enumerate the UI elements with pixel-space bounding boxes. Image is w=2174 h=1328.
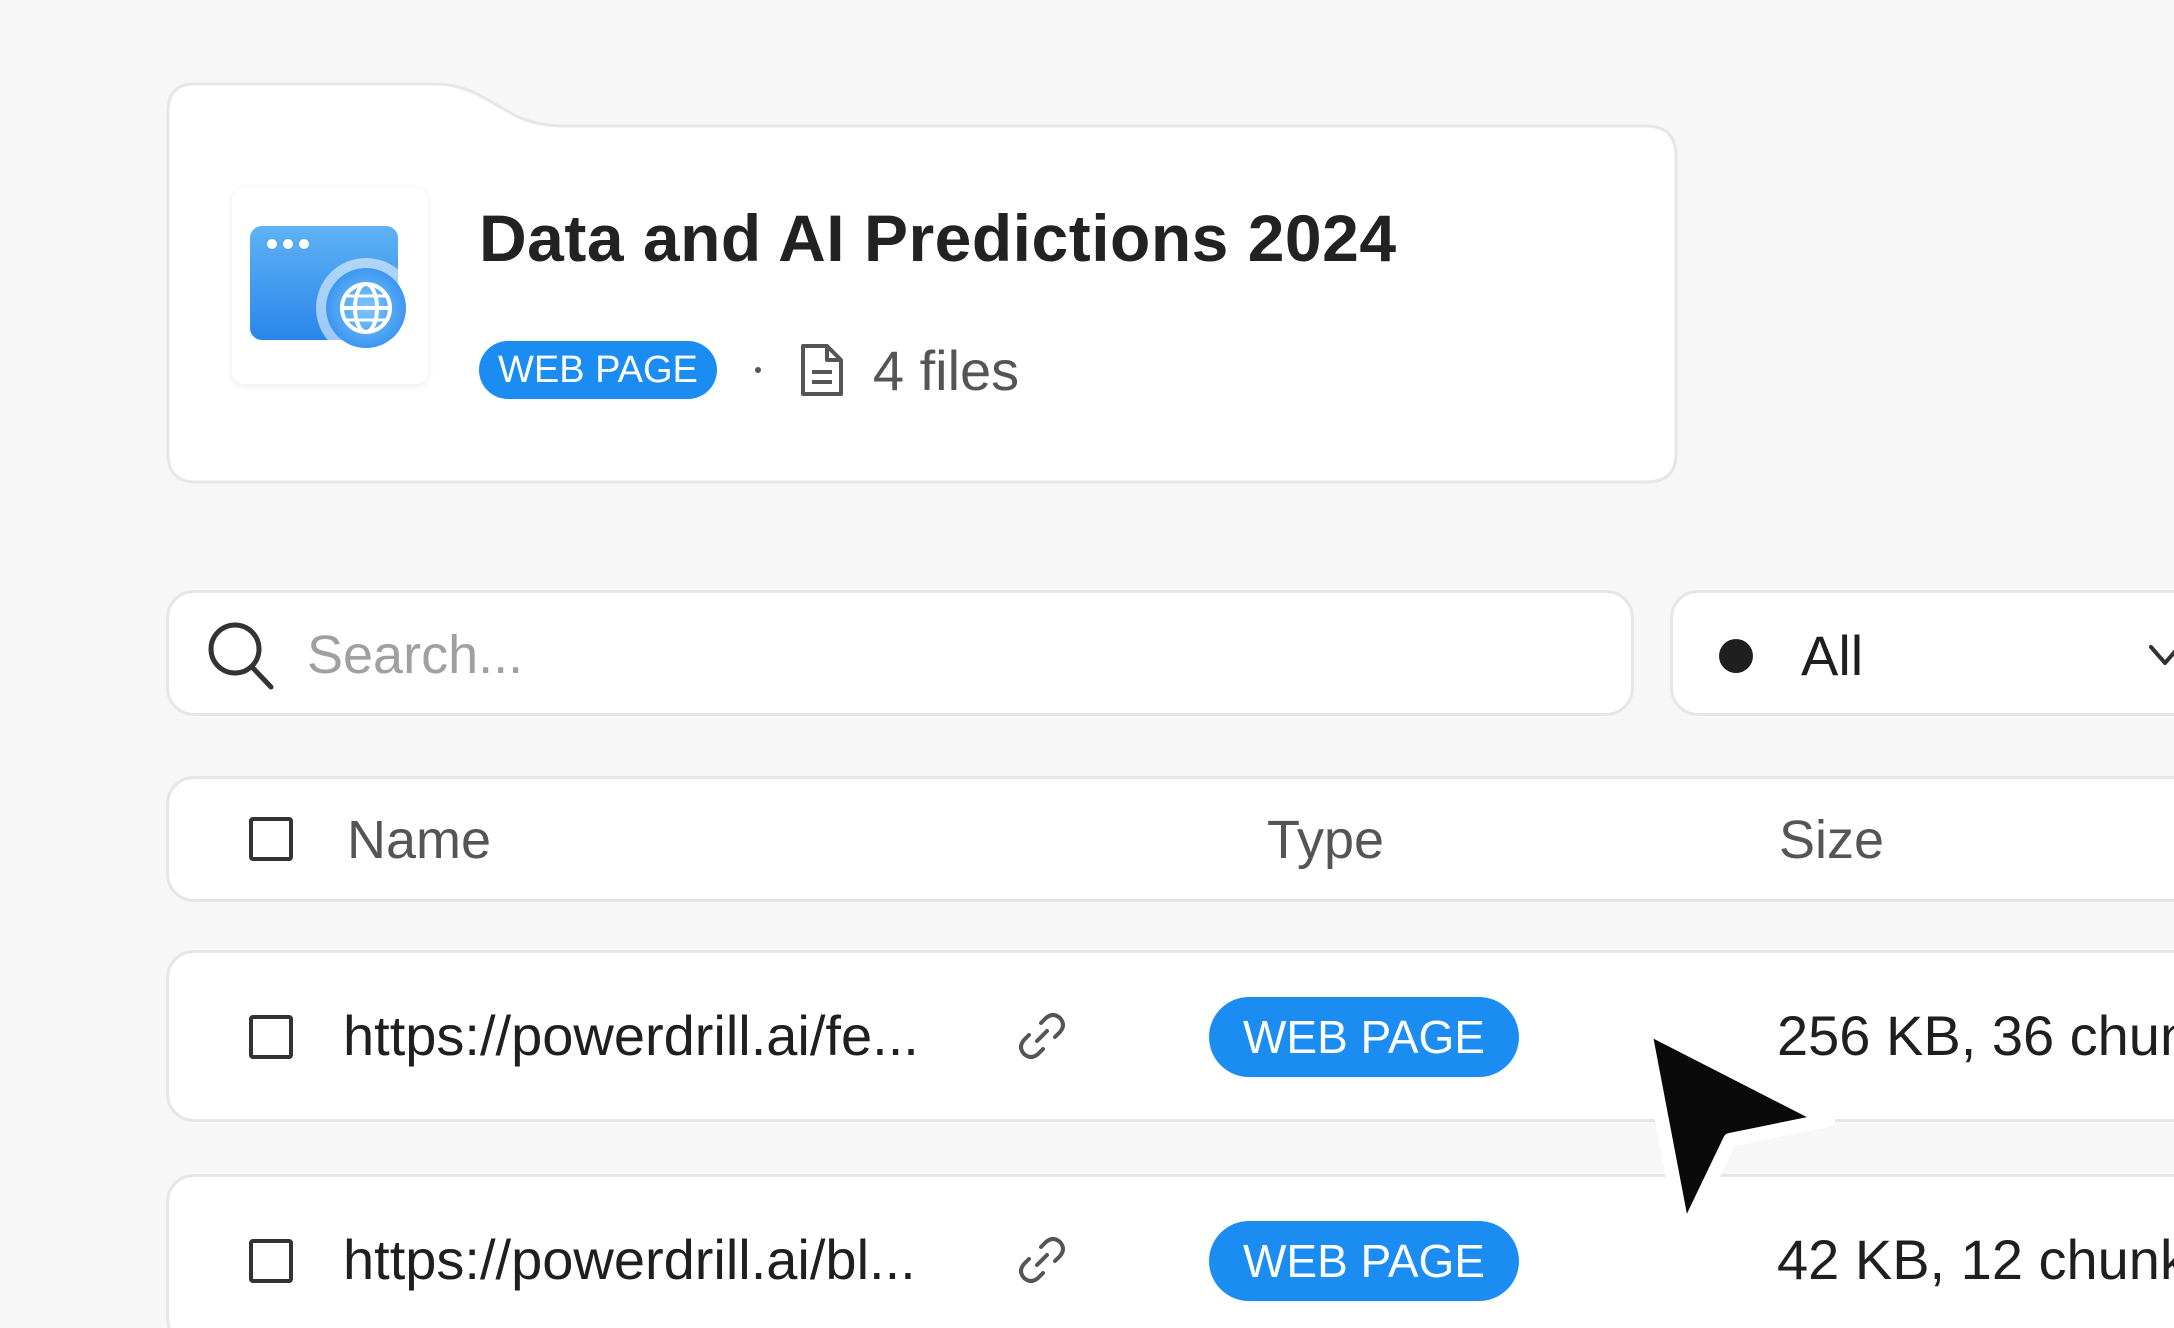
type-badge: WEB PAGE (479, 341, 717, 399)
column-header-name[interactable]: Name (347, 809, 491, 871)
file-count: 4 files (872, 338, 1020, 402)
status-dot-icon (1719, 639, 1753, 673)
search-box[interactable] (166, 590, 1634, 716)
filter-selected-value: All (1801, 624, 1864, 687)
folder-card: Data and AI Predictions 2024 WEB PAGE 4 … (166, 82, 1678, 484)
table-header: Name Type Size (166, 776, 2174, 902)
folder-title: Data and AI Predictions 2024 (479, 201, 1397, 275)
file-browser: Data and AI Predictions 2024 WEB PAGE 4 … (0, 0, 2174, 1328)
row-name[interactable]: https://powerdrill.ai/fe... (343, 1003, 919, 1068)
search-icon (208, 622, 274, 690)
folder-meta: WEB PAGE 4 files (479, 338, 1020, 402)
row-type-badge: WEB PAGE (1209, 1221, 1519, 1301)
row-type-badge: WEB PAGE (1209, 997, 1519, 1077)
row-checkbox[interactable] (249, 1015, 293, 1059)
separator-dot (754, 367, 761, 373)
link-icon[interactable] (1015, 1233, 1069, 1287)
row-name[interactable]: https://powerdrill.ai/bl... (343, 1227, 916, 1292)
link-icon[interactable] (1015, 1009, 1069, 1063)
column-header-size[interactable]: Size (1779, 809, 1884, 871)
status-filter-select[interactable]: All (1670, 590, 2174, 716)
table-row[interactable]: https://powerdrill.ai/fe... WEB PAGE 256… (166, 950, 2174, 1122)
chevron-down-icon (2149, 645, 2174, 665)
file-icon (800, 344, 843, 396)
table-row[interactable]: https://powerdrill.ai/bl... WEB PAGE 42 … (166, 1174, 2174, 1328)
mouse-cursor-icon (1637, 1019, 1835, 1243)
select-all-checkbox[interactable] (249, 817, 293, 861)
search-input[interactable] (305, 617, 1589, 693)
web-page-thumbnail (232, 188, 428, 384)
row-checkbox[interactable] (249, 1239, 293, 1283)
column-header-type[interactable]: Type (1267, 809, 1384, 871)
web-globe-icon (250, 226, 416, 358)
